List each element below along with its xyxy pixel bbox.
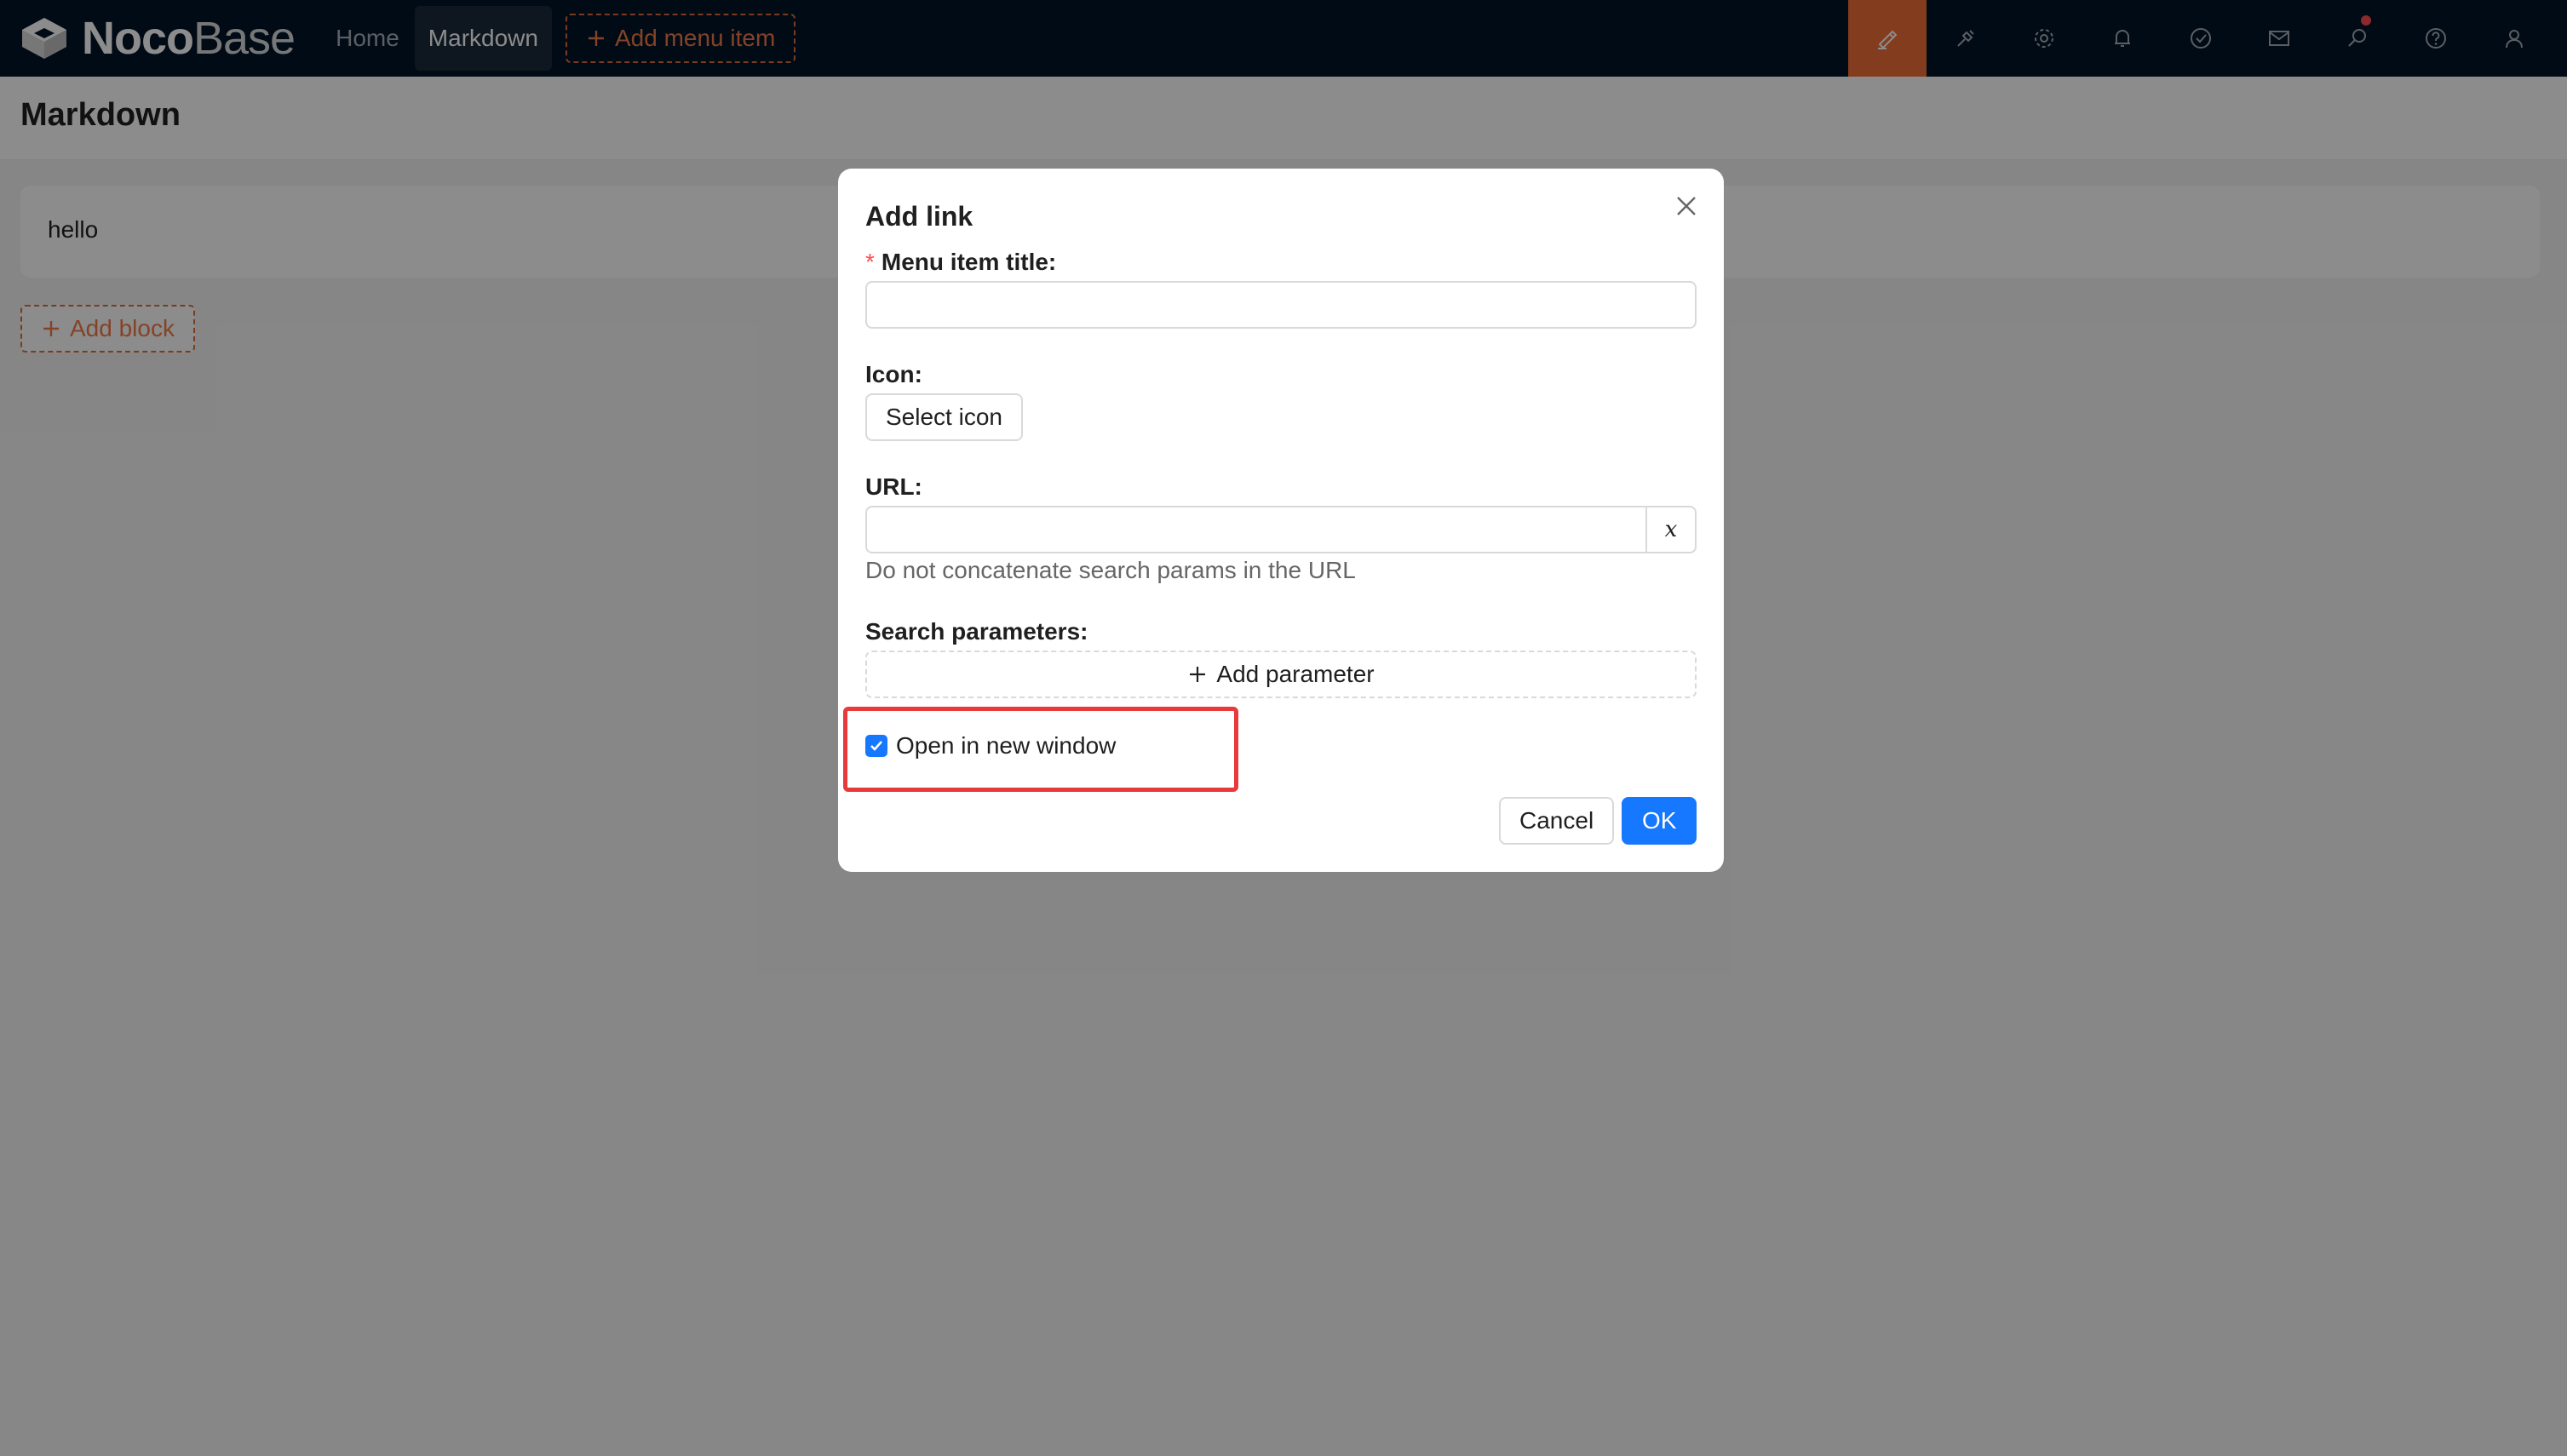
- url-hint: Do not concatenate search params in the …: [865, 557, 1356, 583]
- add-parameter-button[interactable]: Add parameter: [865, 651, 1697, 698]
- check-icon: [870, 741, 882, 751]
- open-new-window-checkbox[interactable]: [865, 735, 887, 757]
- plus-icon: [1190, 667, 1206, 682]
- required-mark: *: [865, 249, 875, 275]
- search-params-label: Search parameters:: [865, 618, 1088, 645]
- open-new-window-label: Open in new window: [896, 732, 1117, 759]
- add-parameter-label: Add parameter: [1216, 661, 1375, 687]
- dialog-title: Add link: [865, 201, 973, 232]
- icon-label: Icon:: [865, 361, 922, 387]
- close-icon: [1677, 197, 1696, 215]
- menu-title-label: * Menu item title:: [865, 249, 1057, 275]
- add-link-dialog: Add link * Menu item title: Icon: Select …: [838, 169, 1724, 872]
- open-new-window-option[interactable]: Open in new window: [865, 724, 1116, 768]
- close-button[interactable]: [1669, 189, 1703, 223]
- url-label: URL:: [865, 473, 922, 500]
- url-input[interactable]: [865, 506, 1647, 553]
- ok-button[interactable]: OK: [1622, 797, 1697, 845]
- menu-title-input[interactable]: [865, 281, 1697, 329]
- variable-button[interactable]: x: [1645, 506, 1697, 553]
- select-icon-button[interactable]: Select icon: [865, 393, 1023, 441]
- cancel-button[interactable]: Cancel: [1499, 797, 1615, 845]
